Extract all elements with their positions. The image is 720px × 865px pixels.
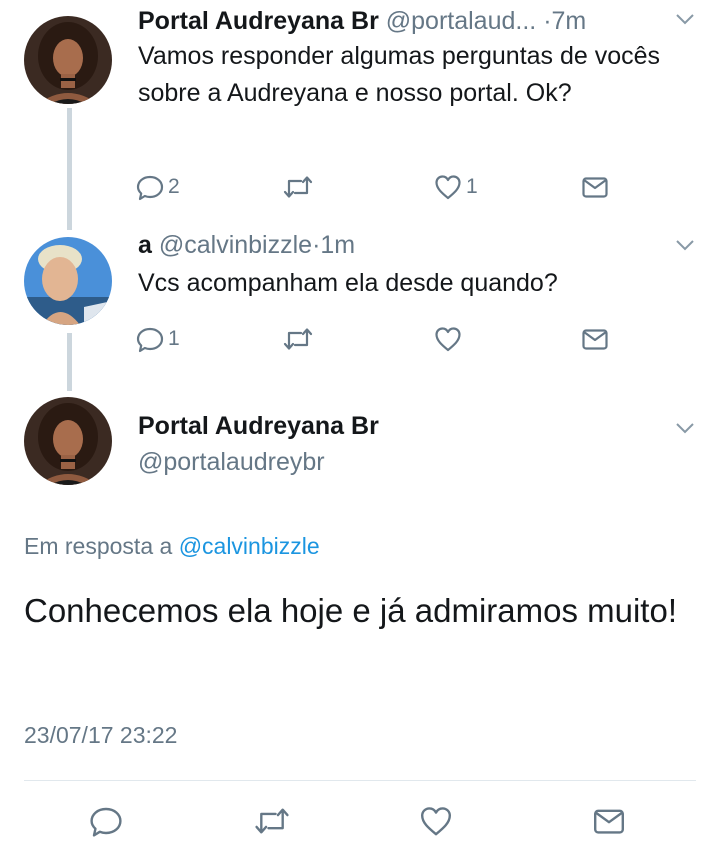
main-tweet-text: Conhecemos ela hoje e já admiramos muito… [24, 592, 677, 629]
tweet-actions: 2 1 [135, 172, 635, 202]
dm-icon [582, 177, 608, 198]
tweet-actions: 1 [135, 324, 635, 354]
reply-button[interactable]: 2 [135, 172, 180, 202]
chevron-down-icon[interactable] [674, 234, 696, 256]
divider [24, 780, 696, 781]
thread-line-1 [67, 108, 72, 230]
chevron-down-icon[interactable] [674, 417, 696, 439]
tweet-time[interactable]: 1m [320, 231, 355, 259]
reply-button[interactable]: 1 [135, 324, 180, 354]
reply-icon [136, 175, 164, 201]
retweet-button[interactable] [282, 172, 314, 202]
reply-icon [90, 807, 122, 837]
thread-line-2 [67, 333, 72, 391]
reply-icon [136, 327, 164, 353]
dm-button[interactable] [580, 172, 610, 202]
dm-icon [594, 809, 624, 834]
tweet-text: Vamos responder algumas perguntas de voc… [138, 42, 661, 107]
reply-handle-link[interactable]: @calvinbizzle [179, 533, 320, 559]
reply-context: Em resposta a @calvinbizzle [24, 533, 320, 560]
retweet-icon [283, 176, 313, 198]
reply-button[interactable] [88, 803, 124, 839]
avatar-portal-audreyana[interactable] [24, 397, 112, 485]
main-display-name[interactable]: Portal Audreyana Br [138, 414, 379, 439]
user-handle[interactable]: @calvinbizzle [159, 231, 312, 259]
tweet-header: a @calvinbizzle·1m [138, 233, 355, 258]
retweet-icon [255, 808, 289, 834]
dm-button[interactable] [591, 803, 627, 839]
reply-count: 2 [168, 175, 180, 198]
main-user-handle[interactable]: @portalaudreybr [138, 450, 325, 475]
reply-prefix: Em resposta a [24, 533, 173, 559]
retweet-button[interactable] [253, 803, 291, 839]
like-icon [435, 175, 461, 200]
user-handle[interactable]: @portalaud... [386, 7, 536, 35]
display-name[interactable]: Portal Audreyana Br [138, 412, 379, 440]
like-button[interactable] [433, 324, 463, 354]
reply-count: 1 [168, 327, 180, 350]
dm-button[interactable] [580, 324, 610, 354]
like-button[interactable]: 1 [433, 172, 478, 202]
like-icon [421, 807, 451, 836]
like-icon [435, 327, 461, 352]
like-count: 1 [466, 175, 478, 198]
tweet-timestamp[interactable]: 23/07/17 23:22 [24, 722, 177, 749]
tweet-time[interactable]: 7m [552, 7, 587, 35]
separator-dot: · [543, 7, 552, 35]
tweet-header: Portal Audreyana Br @portalaud... ·7m [138, 9, 586, 34]
display-name[interactable]: a [138, 231, 152, 259]
avatar-calvinbizzle[interactable] [24, 237, 112, 325]
display-name[interactable]: Portal Audreyana Br [138, 7, 379, 35]
like-button[interactable] [418, 803, 454, 839]
retweet-button[interactable] [282, 324, 314, 354]
dm-icon [582, 329, 608, 350]
main-tweet-actions [0, 803, 720, 843]
avatar-portal-audreyana[interactable] [24, 16, 112, 104]
retweet-icon [283, 328, 313, 350]
chevron-down-icon[interactable] [674, 8, 696, 30]
tweet-text: Vcs acompanham ela desde quando? [138, 269, 558, 297]
